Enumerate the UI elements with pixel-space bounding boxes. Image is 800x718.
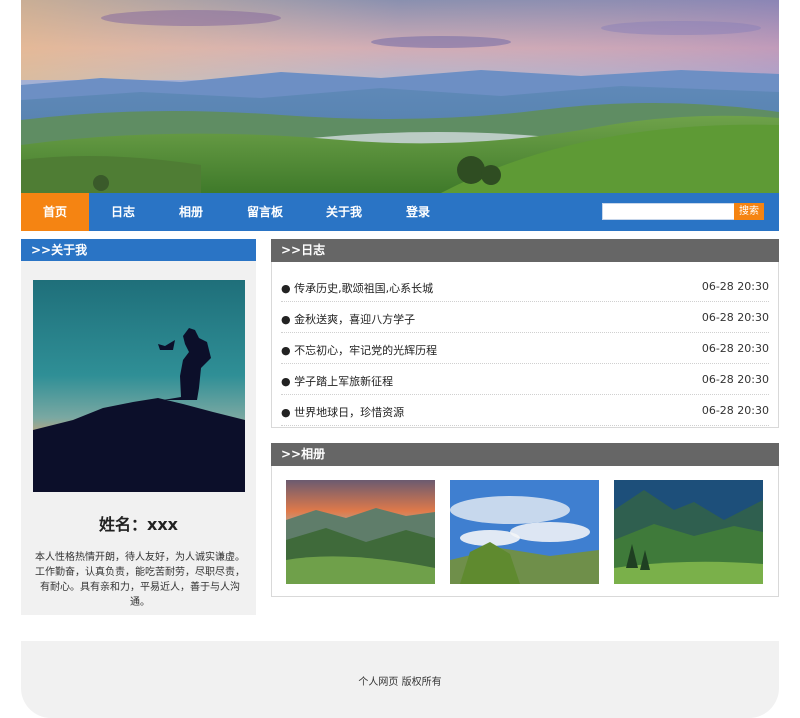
diary-entry-date: 06-28 20:30 <box>701 373 769 386</box>
album-photo[interactable] <box>450 480 599 584</box>
nav-item-album[interactable]: 相册 <box>157 193 225 231</box>
diary-entry-date: 06-28 20:30 <box>701 342 769 355</box>
diary-entry-date: 06-28 20:30 <box>701 280 769 293</box>
about-me-panel: >>关于我 姓名：xxx 本人性格热情开朗，待人友好，为人诚实谦虚。工作勤奋，认… <box>21 239 256 615</box>
album-heading: >>相册 <box>271 443 779 466</box>
diary-entry-title[interactable]: ● 金秋送爽，喜迎八方学子 <box>281 311 415 327</box>
album-photo[interactable] <box>614 480 763 584</box>
diary-heading: >>日志 <box>271 239 779 262</box>
diary-entry[interactable]: ● 世界地球日，珍惜资源 06-28 20:30 <box>281 395 769 426</box>
diary-entry-date: 06-28 20:30 <box>701 311 769 324</box>
album-panel: >>相册 <box>271 443 779 597</box>
profile-photo <box>33 280 245 492</box>
diary-entry-date: 06-28 20:30 <box>701 404 769 417</box>
nav-item-guestbook[interactable]: 留言板 <box>225 193 305 231</box>
diary-entry-title[interactable]: ● 世界地球日，珍惜资源 <box>281 404 404 420</box>
header-banner-image <box>21 0 779 193</box>
search-button[interactable]: 搜索 <box>734 203 764 220</box>
search-input[interactable] <box>602 203 737 220</box>
profile-bio: 本人性格热情开朗，待人友好，为人诚实谦虚。工作勤奋，认真负责，能吃苦耐劳，尽职尽… <box>35 552 245 608</box>
nav-item-login[interactable]: 登录 <box>383 193 453 231</box>
nav-item-home[interactable]: 首页 <box>21 193 89 231</box>
diary-entry[interactable]: ● 金秋送爽，喜迎八方学子 06-28 20:30 <box>281 302 769 333</box>
diary-entry[interactable]: ● 不忘初心，牢记党的光辉历程 06-28 20:30 <box>281 333 769 364</box>
album-photo[interactable] <box>286 480 435 584</box>
diary-panel: >>日志 ● 传承历史,歌颂祖国,心系长城 06-28 20:30 ● 金秋送爽… <box>271 239 779 428</box>
nav-item-diary[interactable]: 日志 <box>89 193 157 231</box>
diary-entry-title[interactable]: ● 不忘初心，牢记党的光辉历程 <box>281 342 437 358</box>
footer: 个人网页 版权所有 <box>21 641 779 718</box>
diary-entry-title[interactable]: ● 传承历史,歌颂祖国,心系长城 <box>281 280 433 296</box>
diary-entry[interactable]: ● 传承历史,歌颂祖国,心系长城 06-28 20:30 <box>281 271 769 302</box>
diary-entry[interactable]: ● 学子踏上军旅新征程 06-28 20:30 <box>281 364 769 395</box>
diary-entry-title[interactable]: ● 学子踏上军旅新征程 <box>281 373 393 389</box>
nav-item-about[interactable]: 关于我 <box>305 193 383 231</box>
about-me-heading: >>关于我 <box>21 239 256 261</box>
main-nav: 首页 日志 相册 留言板 关于我 登录 搜索 <box>21 193 779 231</box>
copyright-text: 个人网页 版权所有 <box>358 677 442 688</box>
profile-name: 姓名：xxx <box>99 515 178 534</box>
